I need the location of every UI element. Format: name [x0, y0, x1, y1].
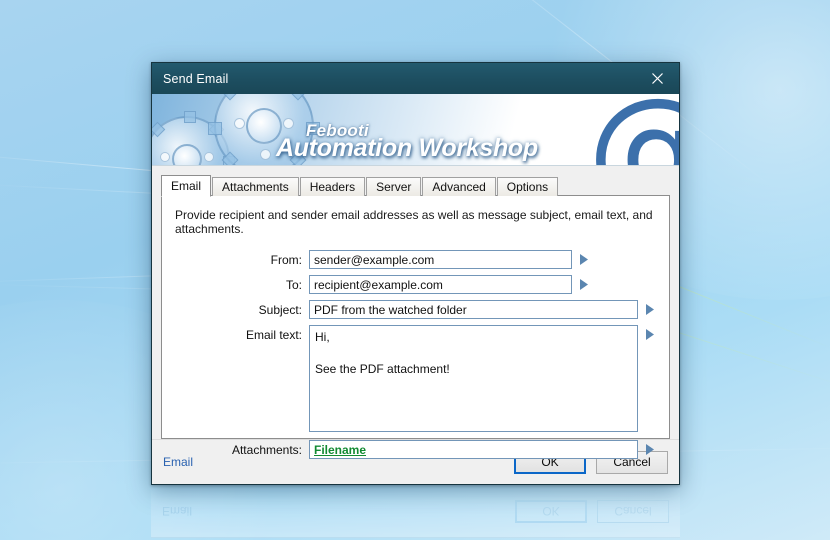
tab-email[interactable]: Email	[161, 175, 212, 197]
email-text-line-2: See the PDF attachment!	[315, 362, 450, 376]
product-name: Automation Workshop	[276, 134, 538, 162]
panel-description: Provide recipient and sender email addre…	[175, 208, 653, 236]
tab-attachments[interactable]: Attachments	[212, 177, 299, 196]
tab-headers[interactable]: Headers	[299, 177, 366, 196]
reflection-help-link: Email	[162, 504, 193, 519]
attachments-input[interactable]: Filename	[309, 440, 638, 459]
tab-advanced[interactable]: Advanced	[422, 177, 496, 196]
from-label: From:	[270, 253, 302, 267]
subject-label: Subject:	[258, 303, 302, 317]
from-input[interactable]: sender@example.com	[309, 250, 572, 269]
triangle-right-icon[interactable]	[577, 250, 591, 269]
send-email-dialog: Send Email Febooti Automation Workshop E…	[151, 62, 680, 485]
field-row-attachments: Attachments: Filename	[174, 440, 657, 459]
triangle-right-icon[interactable]	[577, 275, 591, 294]
filename-variable-token[interactable]: Filename	[314, 443, 366, 457]
window-reflection: Email OK Cancel	[151, 486, 680, 538]
triangle-right-icon[interactable]	[643, 440, 657, 459]
tab-strip: Email Attachments Headers Server Advance…	[161, 175, 670, 197]
desktop-background: Send Email Febooti Automation Workshop E…	[0, 0, 830, 540]
to-label: To:	[285, 278, 302, 292]
email-text-line-1: Hi,	[315, 330, 330, 344]
to-input[interactable]: recipient@example.com	[309, 275, 572, 294]
attachments-label: Attachments:	[231, 443, 302, 457]
triangle-right-icon[interactable]	[643, 300, 657, 319]
email-text-area[interactable]: Hi, See the PDF attachment!	[309, 325, 638, 432]
email-text-label: Email text:	[245, 328, 302, 342]
field-row-from: From: sender@example.com	[174, 250, 657, 269]
email-tab-panel: Provide recipient and sender email addre…	[161, 195, 670, 459]
field-row-email-text: Email text: Hi, See the PDF attachment!	[174, 325, 657, 432]
subject-input[interactable]: PDF from the watched folder	[309, 300, 638, 319]
tab-server[interactable]: Server	[366, 177, 422, 196]
close-icon[interactable]	[635, 63, 679, 94]
reflection-cancel-button: Cancel	[597, 500, 669, 523]
triangle-right-icon[interactable]	[643, 325, 657, 344]
tab-options[interactable]: Options	[496, 177, 559, 196]
product-banner: @ Febooti Automation Workshop	[152, 94, 679, 166]
dialog-body: Email Attachments Headers Server Advance…	[152, 166, 679, 459]
banner-wordmark: Febooti Automation Workshop	[276, 121, 538, 163]
reflection-ok-button: OK	[515, 500, 587, 523]
title-bar[interactable]: Send Email	[152, 63, 679, 94]
field-row-subject: Subject: PDF from the watched folder	[174, 300, 657, 319]
field-row-to: To: recipient@example.com	[174, 275, 657, 294]
at-symbol-logo: @	[587, 94, 679, 165]
window-title: Send Email	[163, 71, 229, 86]
